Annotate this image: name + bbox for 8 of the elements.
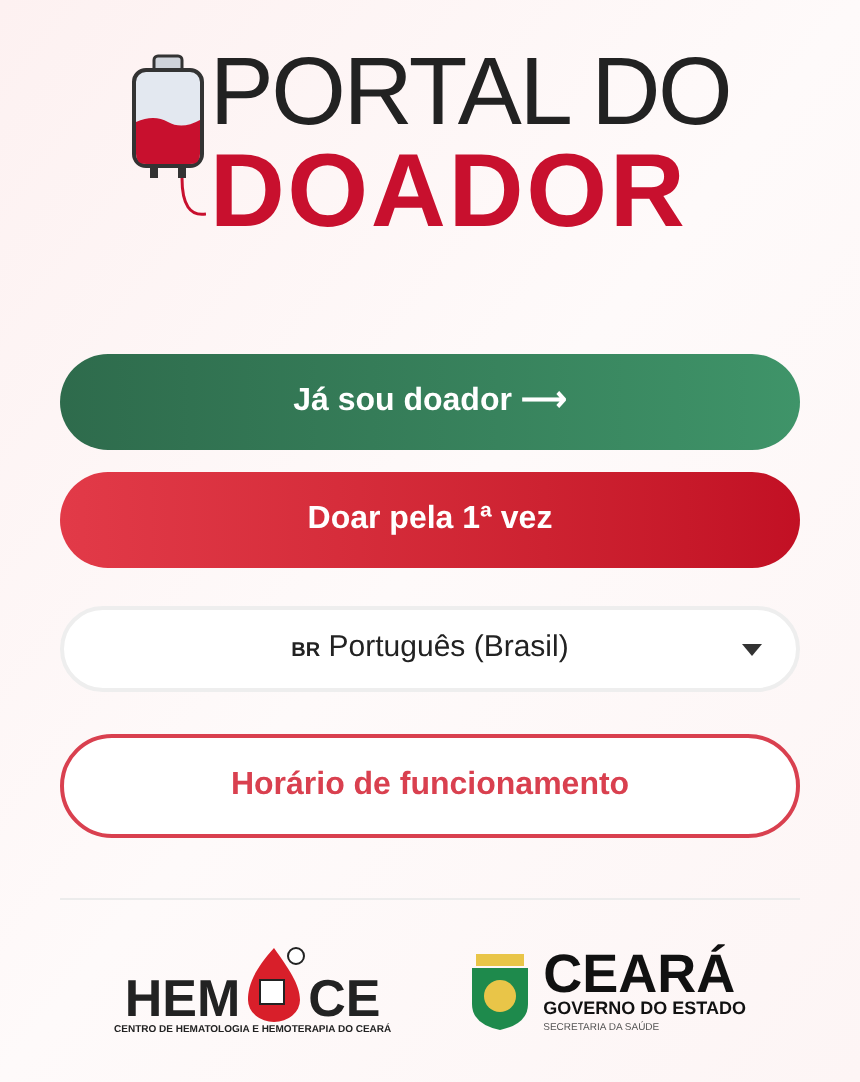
donor-login-button[interactable]: Já sou doador ⟶ xyxy=(60,354,800,450)
hours-button[interactable]: Horário de funcionamento xyxy=(60,734,800,838)
logo-title: DOADOR xyxy=(209,142,690,242)
first-donation-button[interactable]: Doar pela 1ª vez xyxy=(60,472,800,568)
coat-of-arms-icon xyxy=(467,951,532,1032)
caret-icon xyxy=(742,643,762,655)
logo-title: PORTAL DO xyxy=(209,46,731,142)
language-select[interactable]: BR Português (Brasil) xyxy=(60,606,800,692)
